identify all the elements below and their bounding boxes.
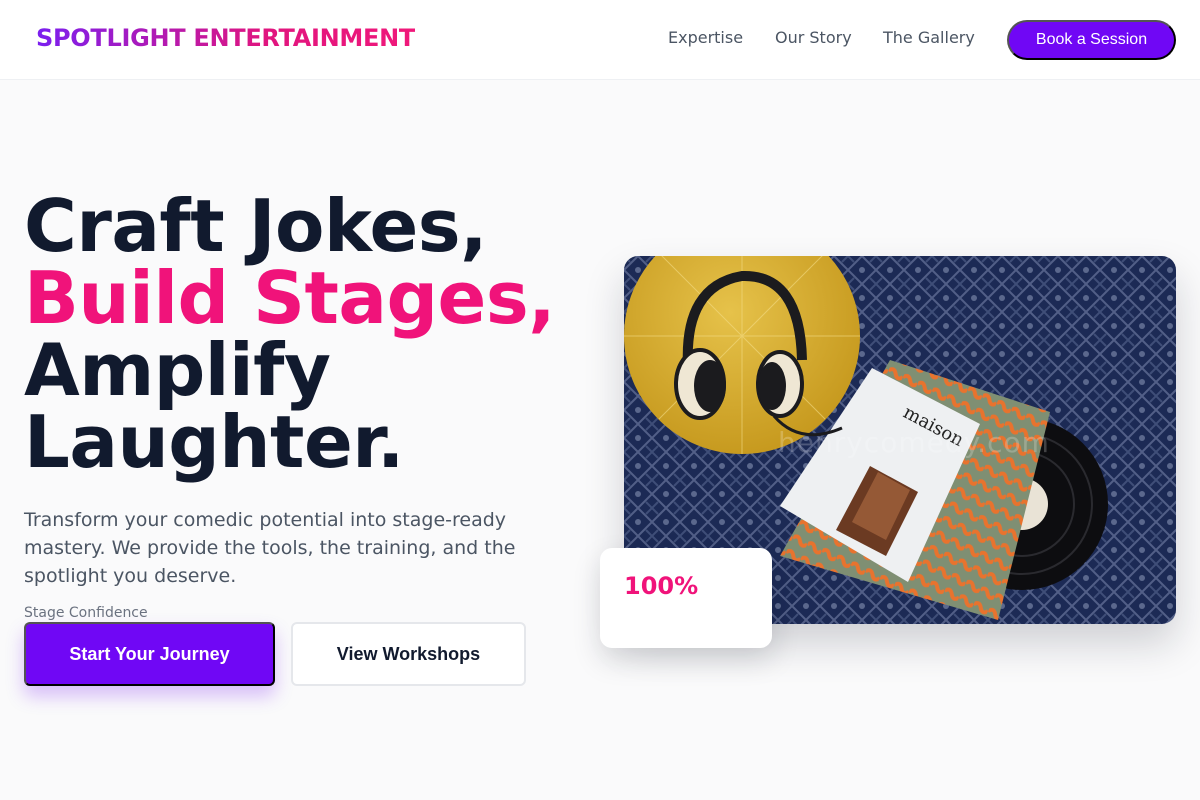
- headline-line-4: Laughter.: [24, 400, 404, 484]
- stat-label: Stage Confidence: [24, 605, 148, 621]
- nav-link-expertise[interactable]: Expertise: [668, 28, 743, 47]
- book-session-button[interactable]: Book a Session: [1007, 20, 1176, 60]
- start-journey-button[interactable]: Start Your Journey: [24, 622, 275, 686]
- hero-headline: Craft Jokes, Build Stages, Amplify Laugh…: [24, 184, 556, 484]
- stat-value: 100%: [624, 572, 699, 600]
- stat-card: 100%: [600, 548, 772, 648]
- headline-line-3: Amplify: [24, 328, 331, 412]
- headline-line-1: Craft Jokes,: [24, 184, 487, 268]
- hero-description: Transform your comedic potential into st…: [24, 509, 516, 587]
- site-header: SPOTLIGHT ENTERTAINMENT Expertise Our St…: [0, 0, 1200, 80]
- nav-link-gallery[interactable]: The Gallery: [883, 28, 975, 47]
- view-workshops-button[interactable]: View Workshops: [291, 622, 526, 686]
- brand-logo[interactable]: SPOTLIGHT ENTERTAINMENT: [36, 24, 415, 52]
- nav-link-our-story[interactable]: Our Story: [775, 28, 852, 47]
- headline-line-2: Build Stages,: [24, 256, 556, 340]
